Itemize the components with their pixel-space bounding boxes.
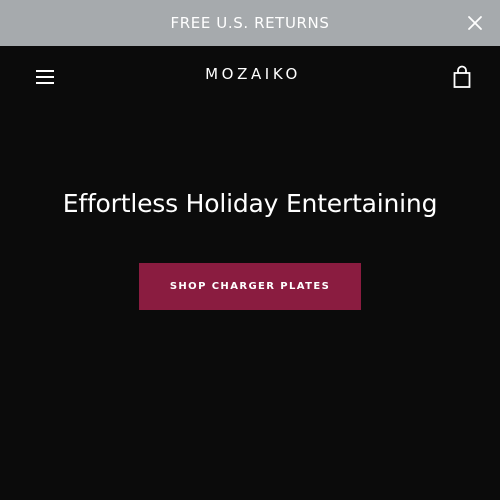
shop-charger-plates-button[interactable]: SHOP CHARGER PLATES xyxy=(139,263,361,310)
hero-title: Effortless Holiday Entertaining xyxy=(62,189,438,218)
hero-section: Effortless Holiday Entertaining SHOP CHA… xyxy=(0,108,500,500)
site-header: MOZAIKO xyxy=(0,46,500,108)
announcement-text: FREE U.S. RETURNS xyxy=(170,14,330,32)
logo[interactable]: MOZAIKO xyxy=(0,65,500,83)
shopping-bag-icon[interactable] xyxy=(451,65,473,89)
close-icon[interactable] xyxy=(466,14,484,32)
announcement-bar: FREE U.S. RETURNS xyxy=(0,0,500,46)
